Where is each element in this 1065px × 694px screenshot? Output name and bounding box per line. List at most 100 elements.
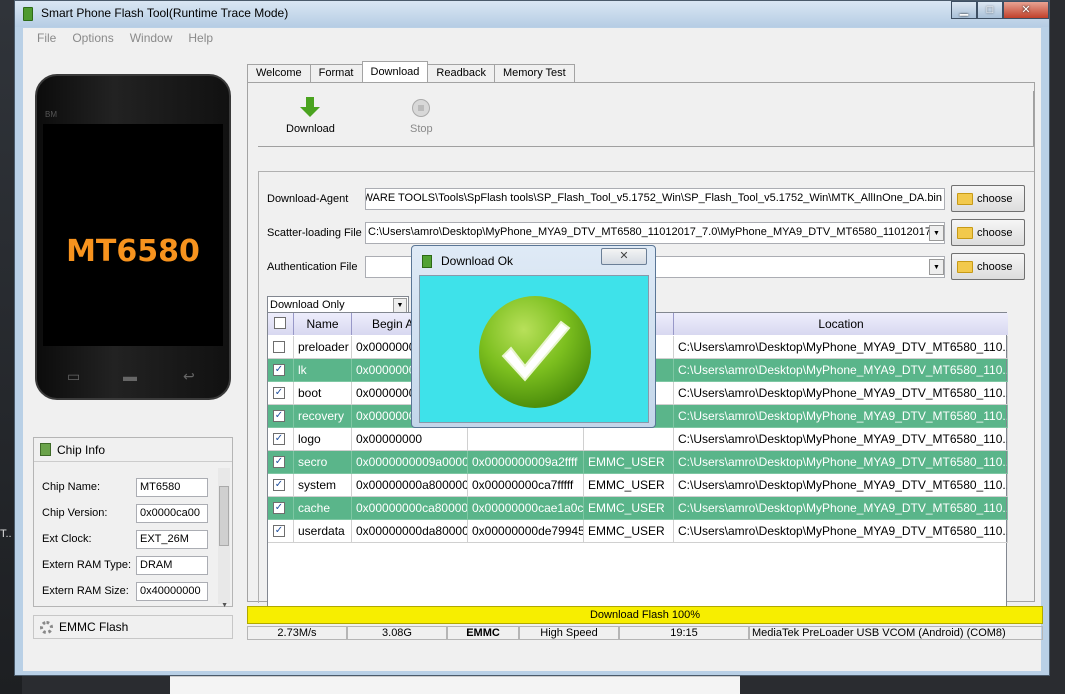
row-checkbox[interactable]: ✓ — [273, 502, 285, 514]
row-checkbox[interactable]: ✓ — [273, 479, 285, 491]
cell-name: logo — [294, 428, 352, 451]
cell-check: ✓ — [268, 474, 294, 497]
cell-name: secro — [294, 451, 352, 474]
ext-clock-value[interactable]: EXT_26M — [136, 530, 208, 549]
title-bar[interactable]: Smart Phone Flash Tool(Runtime Trace Mod… — [15, 1, 1049, 27]
dialog-close-button[interactable]: ✕ — [601, 248, 647, 265]
choose-auth-button[interactable]: choose — [951, 253, 1025, 280]
ram-size-value[interactable]: 0x40000000 — [136, 582, 208, 601]
cell-name: boot — [294, 382, 352, 405]
mode-dropdown-icon[interactable]: ▼ — [393, 298, 407, 313]
tab-bar: Welcome Format Download Readback Memory … — [247, 61, 575, 82]
chip-version-value[interactable]: 0x0000ca00 — [136, 504, 208, 523]
row-checkbox[interactable]: ✓ — [273, 364, 285, 376]
download-arrow-icon — [300, 97, 321, 119]
cell-check: ✓ — [268, 405, 294, 428]
cell-name: preloader — [294, 336, 352, 359]
ram-size-label: Extern RAM Size: — [42, 585, 129, 597]
table-row[interactable]: ✓ secro 0x0000000009a00000 0x0000000009a2ff… — [268, 451, 1008, 474]
chip-info-title: Chip Info — [57, 442, 106, 457]
background-window — [170, 676, 740, 694]
ram-type-label: Extern RAM Type: — [42, 559, 132, 571]
choose-scatter-button[interactable]: choose — [951, 219, 1025, 246]
cell-location: C:\Users\amro\Desktop\MyPhone_MYA9_DTV_M… — [674, 359, 1008, 382]
cell-location: C:\Users\amro\Desktop\MyPhone_MYA9_DTV_M… — [674, 497, 1008, 520]
emmc-flash-panel[interactable]: EMMC Flash — [33, 615, 233, 639]
download-agent-field[interactable]: OFTWARE TOOLS\Tools\SpFlash tools\SP_Fla… — [365, 188, 945, 210]
tab-download[interactable]: Download — [361, 61, 429, 82]
emmc-flash-label: EMMC Flash — [59, 620, 129, 634]
stop-button[interactable]: Stop — [410, 97, 433, 135]
table-row[interactable]: ✓ system 0x00000000a800000 0x00000000ca7fff… — [268, 474, 1008, 497]
desktop-text: T.. — [0, 528, 12, 540]
col-location[interactable]: Location — [674, 313, 1008, 335]
table-row[interactable]: ✓ userdata 0x00000000da800000 0x00000000de7… — [268, 520, 1008, 543]
status-storage: EMMC — [447, 626, 519, 640]
status-time: 19:15 — [619, 626, 749, 640]
status-size: 3.08G — [347, 626, 447, 640]
dialog-title: Download Ok — [441, 254, 514, 268]
scatter-file-label: Scatter-loading File — [267, 227, 362, 239]
cell-location: C:\Users\amro\Desktop\MyPhone_MYA9_DTV_M… — [674, 474, 1008, 497]
status-speed: 2.73M/s — [247, 626, 347, 640]
select-all-checkbox[interactable] — [274, 317, 286, 329]
cell-end: 0x00000000ca7fffff — [468, 474, 584, 497]
menu-help[interactable]: Help — [180, 28, 221, 48]
cell-name: cache — [294, 497, 352, 520]
cell-end: 0x00000000de79945f — [468, 520, 584, 543]
cell-name: userdata — [294, 520, 352, 543]
col-name[interactable]: Name — [294, 313, 352, 335]
tab-format[interactable]: Format — [309, 64, 363, 82]
progress-bar: Download Flash 100% — [247, 606, 1043, 624]
cell-location: C:\Users\amro\Desktop\MyPhone_MYA9_DTV_M… — [674, 405, 1008, 428]
tab-memory-test[interactable]: Memory Test — [493, 64, 575, 82]
cell-region: EMMC_USER — [584, 451, 674, 474]
chip-info-panel: Chip Info Chip Name: MT6580 Chip Version:… — [33, 437, 233, 609]
cell-name: system — [294, 474, 352, 497]
phone-chip-label: MT6580 — [66, 234, 200, 269]
row-checkbox[interactable]: ✓ — [273, 387, 285, 399]
tab-readback[interactable]: Readback — [427, 64, 495, 82]
chip-info-scrollbar[interactable] — [218, 468, 230, 604]
stop-button-label: Stop — [410, 123, 433, 135]
table-row[interactable]: ✓ cache 0x00000000ca800000 0x00000000cae1a0… — [268, 497, 1008, 520]
row-checkbox[interactable]: ✓ — [273, 525, 285, 537]
row-checkbox[interactable]: ✓ — [273, 456, 285, 468]
menu-file[interactable]: File — [29, 28, 64, 48]
dialog-app-icon — [422, 255, 432, 268]
scroll-down-icon[interactable]: ▼ — [221, 602, 228, 609]
cell-location: C:\Users\amro\Desktop\MyPhone_MYA9_DTV_M… — [674, 382, 1008, 405]
auth-dropdown-icon[interactable]: ▼ — [929, 259, 944, 275]
minimize-button[interactable]: ▁ — [951, 1, 977, 19]
chip-name-value[interactable]: MT6580 — [136, 478, 208, 497]
download-ok-dialog: Download Ok ✕ — [411, 245, 656, 428]
status-mode: High Speed — [519, 626, 619, 640]
row-checkbox[interactable] — [273, 341, 285, 353]
ram-type-value[interactable]: DRAM — [136, 556, 208, 575]
maximize-button[interactable]: □ — [977, 1, 1003, 19]
tab-welcome[interactable]: Welcome — [247, 64, 311, 82]
chip-name-label: Chip Name: — [42, 481, 101, 493]
download-button[interactable]: Download — [286, 97, 335, 135]
cell-location: C:\Users\amro\Desktop\MyPhone_MYA9_DTV_M… — [674, 336, 1008, 359]
scatter-file-field[interactable]: C:\Users\amro\Desktop\MyPhone_MYA9_DTV_M… — [365, 222, 945, 244]
menu-options[interactable]: Options — [64, 28, 121, 48]
cell-begin: 0x00000000a800000 — [352, 474, 468, 497]
cell-check: ✓ — [268, 451, 294, 474]
download-agent-label: Download-Agent — [267, 193, 349, 205]
back-key-icon: ↩ — [183, 368, 195, 384]
close-button[interactable]: ✕ — [1003, 1, 1049, 19]
choose-download-agent-button[interactable]: choose — [951, 185, 1025, 212]
phone-screen: MT6580 — [43, 124, 223, 346]
menu-window[interactable]: Window — [122, 28, 181, 48]
table-row[interactable]: ✓ logo 0x00000000 C:\Users\amro\Desktop\MyP… — [268, 428, 1008, 451]
phone-image: BM MT6580 ▭ ▬ ↩ — [35, 74, 231, 400]
cell-region — [584, 428, 674, 451]
scatter-dropdown-icon[interactable]: ▼ — [929, 225, 944, 241]
row-checkbox[interactable]: ✓ — [273, 433, 285, 445]
cell-location: C:\Users\amro\Desktop\MyPhone_MYA9_DTV_M… — [674, 428, 1008, 451]
folder-icon — [957, 192, 973, 205]
cell-begin: 0x00000000ca800000 — [352, 497, 468, 520]
row-checkbox[interactable]: ✓ — [273, 410, 285, 422]
folder-icon — [957, 260, 973, 273]
